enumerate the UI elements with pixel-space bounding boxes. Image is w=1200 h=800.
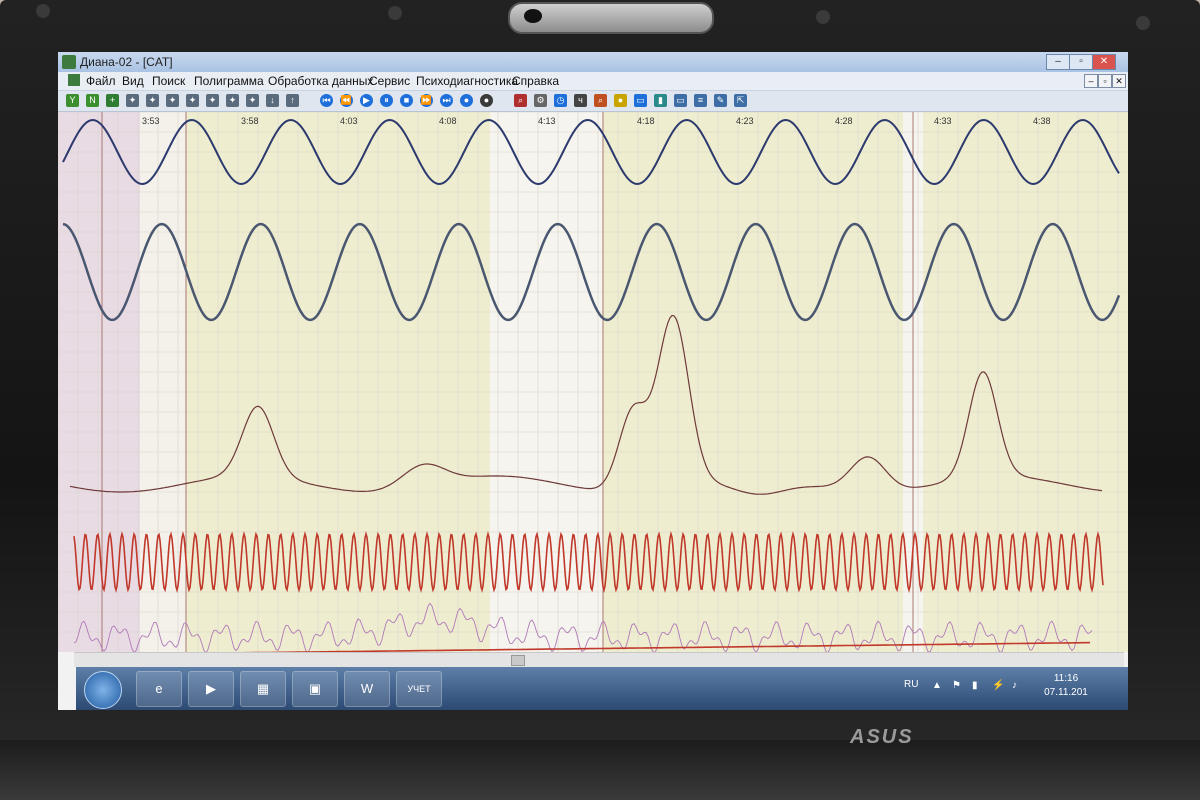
play-icon[interactable]: ▶ — [360, 94, 373, 107]
arrow-icon[interactable]: ✦ — [126, 94, 139, 107]
document-icon[interactable]: ≡ — [694, 94, 707, 107]
screw-icon — [1136, 16, 1150, 30]
settings-icon[interactable]: ⚙ — [534, 94, 547, 107]
arrow-icon[interactable]: ✦ — [186, 94, 199, 107]
maximize-button[interactable]: ▫ — [1069, 54, 1093, 70]
screw-icon — [388, 6, 402, 20]
mdi-minimize-button[interactable]: – — [1084, 74, 1098, 88]
window-icon[interactable]: ▭ — [674, 94, 687, 107]
time-label: 4:33 — [934, 116, 952, 126]
tray-power-icon[interactable]: ⚡ — [992, 681, 1004, 691]
arrow-icon[interactable]: ✦ — [166, 94, 179, 107]
menu-view[interactable]: Вид — [122, 74, 144, 88]
rewind-icon[interactable]: ⏪ — [340, 94, 353, 107]
start-button[interactable] — [84, 671, 122, 709]
search-icon[interactable]: ⌕ — [594, 94, 607, 107]
bar-icon[interactable]: ▮ — [654, 94, 667, 107]
brand-logo: ASUS — [850, 726, 914, 748]
arrow-icon[interactable]: ✦ — [246, 94, 259, 107]
dot-icon[interactable]: ● — [480, 94, 493, 107]
mdi-close-button[interactable]: ✕ — [1112, 74, 1126, 88]
tool-icon[interactable]: ✎ — [714, 94, 727, 107]
arrow-icon[interactable]: ✦ — [226, 94, 239, 107]
time-label: 3:58 — [241, 116, 259, 126]
timer-icon[interactable]: ◷ — [554, 94, 567, 107]
zoom-icon[interactable]: ⌕ — [514, 94, 527, 107]
skip-start-icon[interactable]: ⏮ — [320, 94, 333, 107]
time-label: 4:03 — [340, 116, 358, 126]
monitor-icon[interactable]: ▭ — [634, 94, 647, 107]
menu-polygram[interactable]: Полиграмма — [194, 74, 264, 88]
menu-bar: Файл Вид Поиск Полиграмма Обработка данн… — [58, 72, 1128, 91]
time-label: 4:28 — [835, 116, 853, 126]
record-icon[interactable]: ● — [460, 94, 473, 107]
taskbar-app[interactable]: ▶ — [188, 671, 234, 707]
webcam — [508, 2, 714, 34]
screen: Диана-02 - [CAT] – ▫ ✕ Файл Вид Поиск По… — [58, 52, 1128, 710]
marker-icon[interactable]: ч — [574, 94, 587, 107]
skip-end-icon[interactable]: ⏭ — [440, 94, 453, 107]
pause-icon[interactable]: ⏸ — [380, 94, 393, 107]
time-label: 4:23 — [736, 116, 754, 126]
mdi-restore-button[interactable]: ▫ — [1098, 74, 1112, 88]
tray-network-icon[interactable]: ▮ — [972, 681, 982, 691]
title-bar: Диана-02 - [CAT] – ▫ ✕ — [58, 52, 1128, 72]
menu-service[interactable]: Сервис — [369, 74, 410, 88]
forward-icon[interactable]: ⏩ — [420, 94, 433, 107]
menu-help[interactable]: Справка — [512, 74, 559, 88]
clock-time: 11:16 — [1053, 673, 1079, 684]
taskbar-app[interactable]: W — [344, 671, 390, 707]
plus-icon[interactable]: + — [106, 94, 119, 107]
tray-flag-icon[interactable]: ⚑ — [952, 681, 962, 691]
menu-data-processing[interactable]: Обработка данных — [268, 74, 373, 88]
clock[interactable]: 11:16 07.11.201 — [1036, 672, 1096, 700]
laptop-base — [0, 740, 1200, 800]
minimize-button[interactable]: – — [1046, 54, 1070, 70]
export-icon[interactable]: ⇱ — [734, 94, 747, 107]
tray-language[interactable]: RU — [904, 679, 918, 690]
screw-icon — [816, 10, 830, 24]
arrow-icon[interactable]: ✦ — [206, 94, 219, 107]
horizontal-scrollbar[interactable] — [74, 652, 1124, 667]
taskbar-app[interactable]: e — [136, 671, 182, 707]
webcam-lens-icon — [524, 9, 542, 23]
menu-search[interactable]: Поиск — [152, 74, 185, 88]
tray-arrow-icon[interactable]: ▲ — [932, 681, 942, 691]
arrow-down-icon[interactable]: ↓ — [266, 94, 279, 107]
screw-icon — [36, 4, 50, 18]
arrow-up-icon[interactable]: ↑ — [286, 94, 299, 107]
y-icon[interactable]: Y — [66, 94, 79, 107]
menu-psychodiagnostics[interactable]: Психодиагностика — [416, 74, 518, 88]
close-button[interactable]: ✕ — [1092, 54, 1116, 70]
app-icon — [62, 55, 76, 69]
key-icon[interactable]: ● — [614, 94, 627, 107]
polygraph-chart: 3:53 3:58 4:03 4:08 4:13 4:18 4:23 4:28 4:33 4:38 — [58, 112, 1128, 652]
time-label: 4:38 — [1033, 116, 1051, 126]
time-label: 4:18 — [637, 116, 655, 126]
n-icon[interactable]: N — [86, 94, 99, 107]
toolbar: Y N + ✦ ✦ ✦ ✦ ✦ ✦ ✦ ↓ ↑ ⏮ ⏪ ▶ ⏸ ■ ⏩ ⏭ ● ● ⌕ ⚙ ◷ ч ⌕ ● ▭ ▮ ▭ ≡ ✎ ⇱ — [58, 91, 1128, 112]
clock-date: 07.11.201 — [1044, 687, 1088, 698]
time-label: 4:08 — [439, 116, 457, 126]
time-label: 4:13 — [538, 116, 556, 126]
taskbar: RU ▲ ⚑ ▮ ⚡ ♪ 11:16 07.11.201 e ▶ ▦ ▣ W УЧЕТ — [76, 667, 1128, 710]
arrow-icon[interactable]: ✦ — [146, 94, 159, 107]
taskbar-app[interactable]: ▦ — [240, 671, 286, 707]
time-label: 3:53 — [142, 116, 160, 126]
chart-band — [490, 112, 603, 652]
window-title: Диана-02 - [CAT] — [80, 55, 173, 69]
tray-volume-icon[interactable]: ♪ — [1012, 681, 1022, 691]
taskbar-app[interactable]: УЧЕТ — [396, 671, 442, 707]
stop-icon[interactable]: ■ — [400, 94, 413, 107]
photo-background: ASUS Диана-02 - [CAT] – ▫ ✕ Файл Вид Пои… — [0, 0, 1200, 800]
taskbar-app[interactable]: ▣ — [292, 671, 338, 707]
chart-band — [58, 112, 140, 652]
menu-file[interactable]: Файл — [86, 74, 116, 88]
chart-band — [923, 112, 1128, 652]
scroll-thumb[interactable] — [511, 655, 525, 666]
app-menu-icon[interactable] — [68, 74, 80, 86]
